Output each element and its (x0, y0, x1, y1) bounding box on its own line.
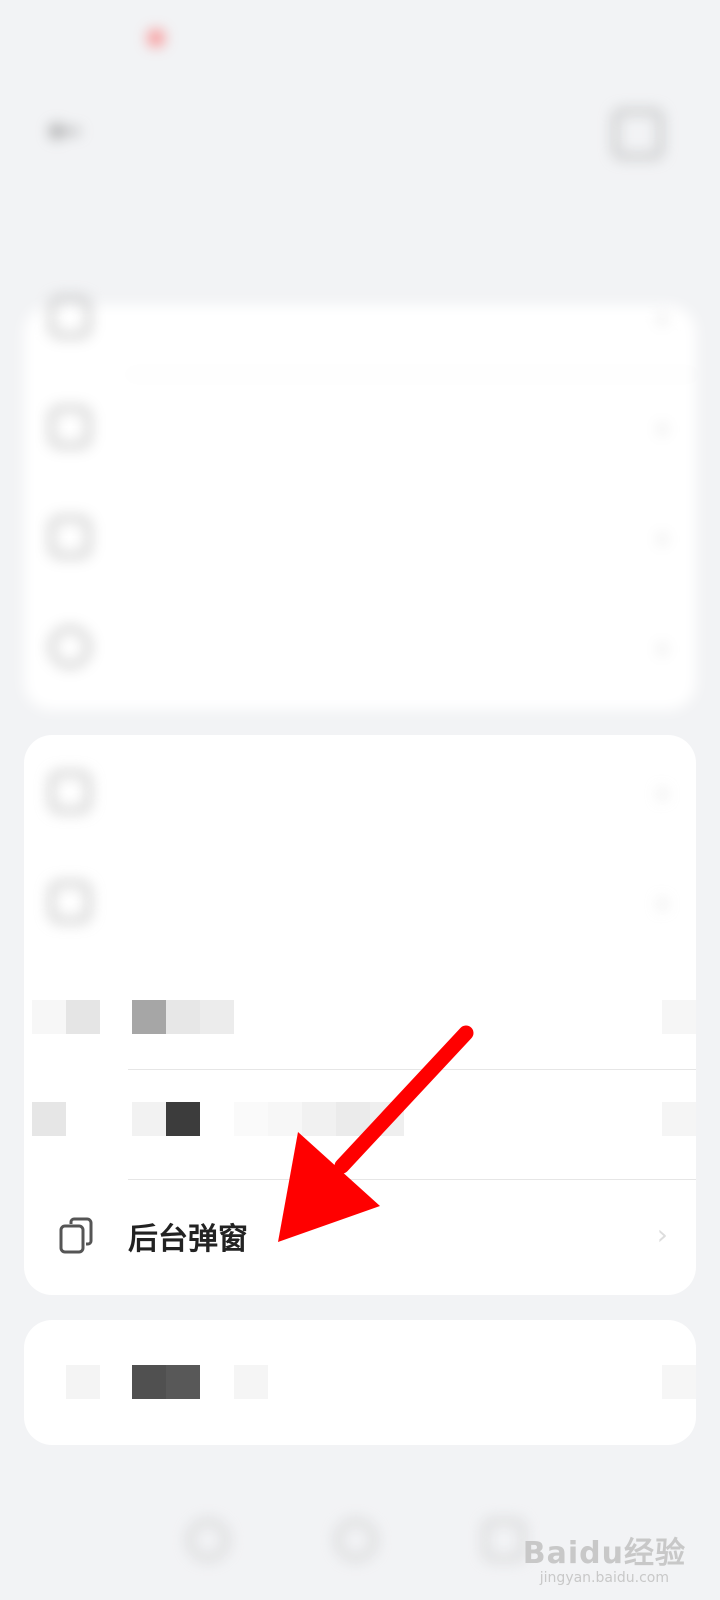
chevron-right-icon: › (656, 411, 668, 444)
app-header: ← (0, 90, 720, 180)
settings-card-3 (24, 1320, 696, 1445)
obscured-row (32, 1320, 696, 1445)
baidu-watermark: Baidu经验 jingyan.baidu.com (523, 1528, 686, 1586)
settings-card-1: › › › › (24, 297, 696, 710)
notification-icon (50, 407, 90, 447)
settings-card-2: › › 后台弹窗 › (24, 735, 696, 1295)
home-nav-icon[interactable] (336, 1520, 376, 1560)
status-bar (0, 0, 720, 80)
back-nav-icon[interactable] (188, 1520, 228, 1560)
calendar-icon (50, 882, 90, 922)
obscured-row (32, 1070, 696, 1180)
clock-icon (50, 627, 90, 667)
chevron-right-icon: › (656, 886, 668, 919)
chevron-right-icon: › (656, 521, 668, 554)
watermark-brand: Baidu经验 (522, 1536, 686, 1571)
chevron-right-icon: › (656, 776, 668, 809)
shield-icon (50, 517, 90, 557)
list-item[interactable]: › (24, 595, 696, 705)
chevron-right-icon: › (656, 631, 668, 664)
obscured-row (32, 960, 696, 1070)
list-item[interactable]: › (24, 375, 696, 485)
list-item[interactable]: › (24, 740, 696, 850)
more-icon[interactable] (614, 110, 662, 158)
background-popup-item[interactable]: 后台弹窗 › (24, 1180, 696, 1290)
chevron-right-icon: › (656, 301, 668, 334)
background-popup-icon (58, 1216, 96, 1254)
window-icon (50, 772, 90, 812)
list-item[interactable]: › (24, 265, 696, 375)
back-arrow-icon[interactable]: ← (48, 108, 82, 154)
chevron-right-icon: › (656, 1218, 668, 1251)
background-popup-label: 后台弹窗 (128, 1222, 248, 1257)
app-icon (50, 297, 90, 337)
watermark-site: jingyan.baidu.com (539, 1570, 669, 1586)
list-item[interactable]: › (24, 485, 696, 595)
recents-nav-icon[interactable] (484, 1520, 524, 1560)
list-item[interactable]: › (24, 850, 696, 960)
blurred-rows: › › (24, 735, 696, 965)
recording-dot-icon (148, 30, 164, 46)
